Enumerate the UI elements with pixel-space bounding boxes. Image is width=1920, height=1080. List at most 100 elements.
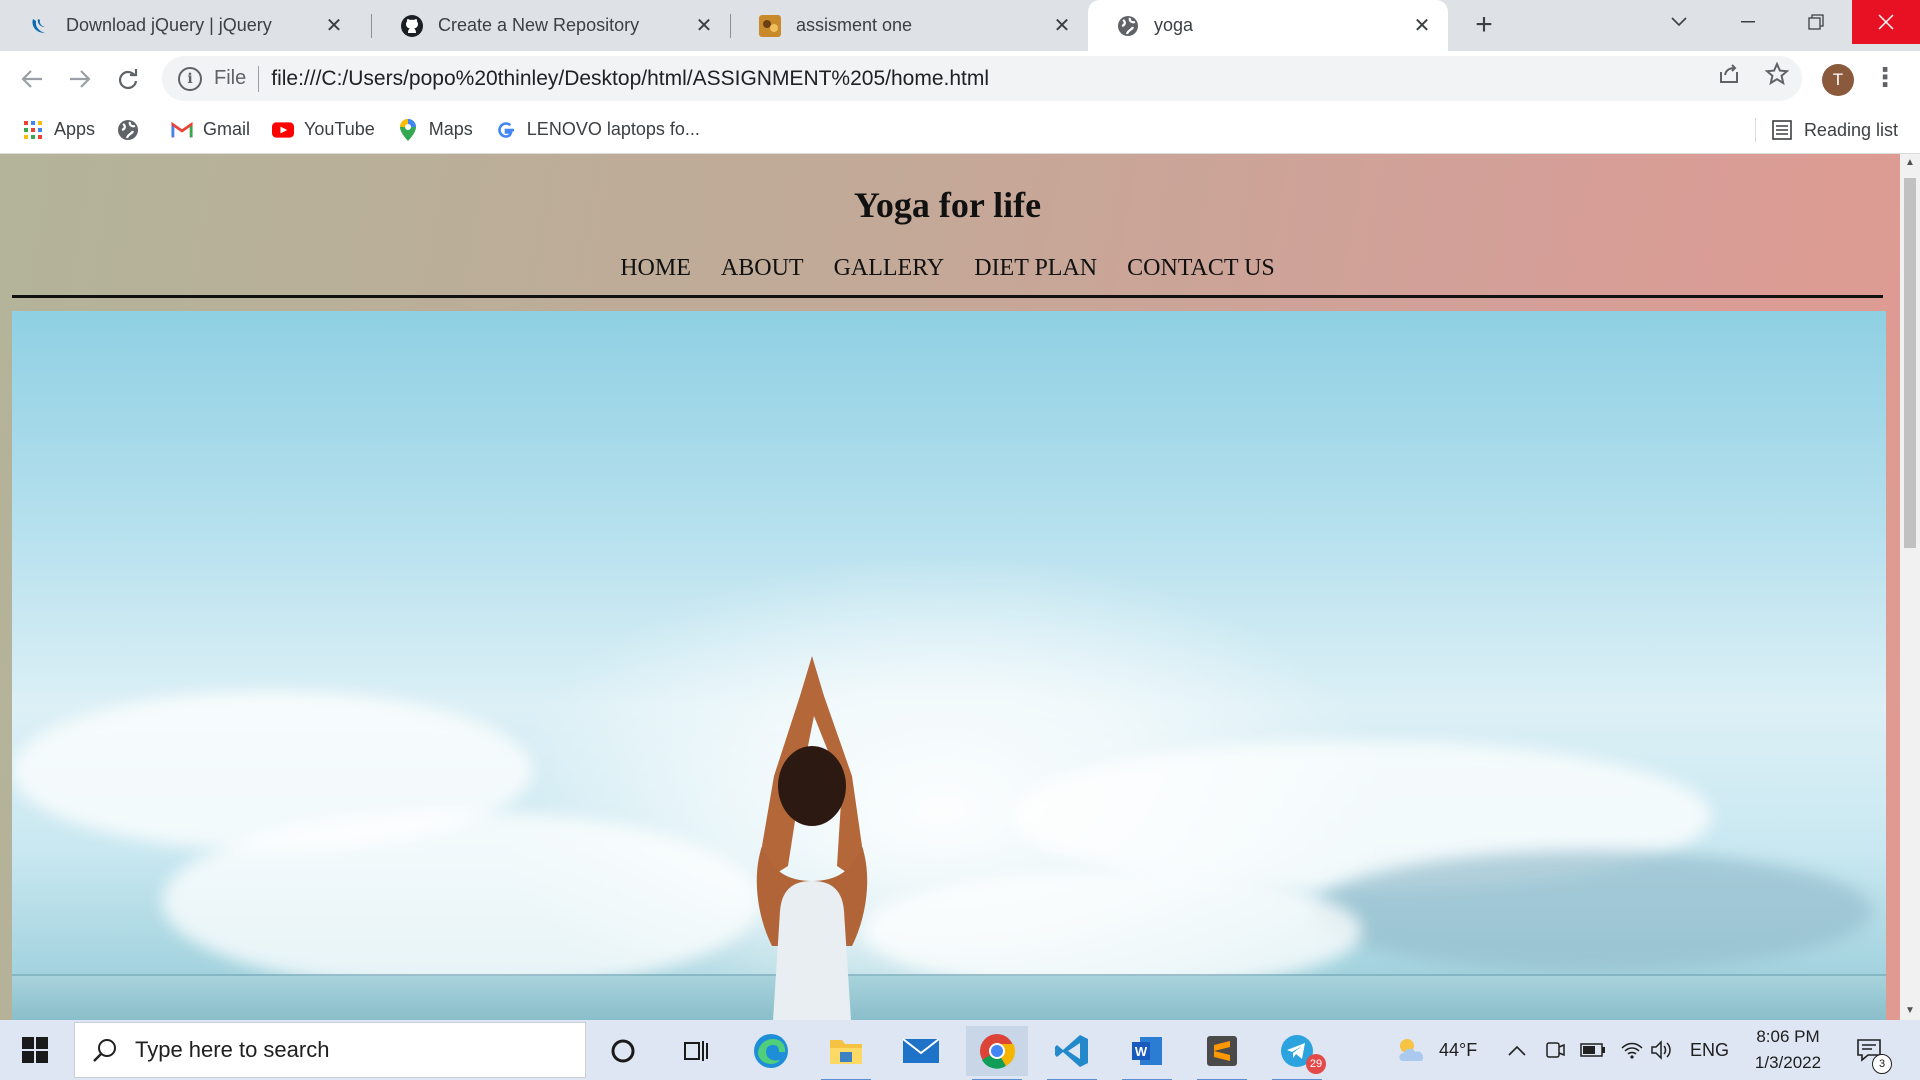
- close-window-icon[interactable]: [1852, 0, 1920, 44]
- windows-start-icon[interactable]: [12, 1032, 58, 1068]
- tab-title: Download jQuery | jQuery: [66, 15, 272, 35]
- kebab-menu-icon[interactable]: ⋮: [1872, 61, 1898, 97]
- search-placeholder: Type here to search: [135, 1037, 330, 1062]
- reading-list-label: Reading list: [1803, 119, 1898, 140]
- bookmarks-bar: Apps Gmail YouTube Maps LENOVO laptops f…: [0, 106, 1920, 154]
- restore-icon[interactable]: [1782, 0, 1850, 44]
- nav-home-link[interactable]: HOME: [620, 255, 691, 282]
- bookmark-label: Gmail: [203, 119, 251, 139]
- hero-cloud: [162, 811, 762, 991]
- notifications-badge: 3: [1872, 1054, 1892, 1074]
- tab-assisment-one[interactable]: assisment one ✕: [730, 0, 1088, 51]
- yoga-figure: [756, 656, 868, 1020]
- page-viewport: Yoga for life HOME ABOUT GALLERY DIET PL…: [0, 154, 1900, 1020]
- chrome-icon[interactable]: [966, 1026, 1028, 1080]
- weather-cloud-icon: [1395, 1037, 1429, 1063]
- share-icon[interactable]: [1714, 59, 1744, 89]
- browser-toolbar: i File file:///C:/Users/popo%20thinley/D…: [0, 51, 1920, 106]
- edge-browser-icon[interactable]: [740, 1026, 802, 1076]
- task-view-icon[interactable]: [664, 1026, 726, 1076]
- weather-widget[interactable]: 44°F: [1395, 1020, 1477, 1080]
- globe-icon: [117, 119, 139, 141]
- tab-jquery[interactable]: Download jQuery | jQuery ✕: [0, 0, 360, 51]
- new-tab-button[interactable]: +: [1466, 8, 1502, 44]
- meet-now-icon[interactable]: [1545, 1020, 1565, 1080]
- reading-list-icon: [1772, 120, 1792, 140]
- globe-icon: [1116, 14, 1140, 38]
- apps-grid-icon: [22, 119, 44, 141]
- nav-about-link[interactable]: ABOUT: [721, 255, 804, 282]
- tab-search-chevron-icon[interactable]: [1645, 0, 1713, 44]
- tab-title: Create a New Repository: [438, 15, 640, 35]
- telegram-badge: 29: [1306, 1054, 1326, 1074]
- close-icon[interactable]: ✕: [1410, 13, 1434, 38]
- scroll-up-arrow-icon[interactable]: ▲: [1900, 154, 1920, 172]
- clock-time: 8:06 PM: [1756, 1027, 1820, 1046]
- battery-icon[interactable]: [1580, 1020, 1606, 1080]
- bookmarks-divider: [1755, 118, 1756, 142]
- tab-title: yoga: [1154, 15, 1194, 35]
- scrollbar-thumb[interactable]: [1904, 178, 1916, 548]
- site-nav: HOME ABOUT GALLERY DIET PLAN CONTACT US: [0, 255, 1895, 282]
- gmail-icon: [171, 119, 193, 141]
- address-bar[interactable]: i File file:///C:/Users/popo%20thinley/D…: [162, 56, 1802, 101]
- tab-yoga[interactable]: yoga ✕: [1088, 0, 1448, 51]
- wifi-icon[interactable]: [1620, 1020, 1644, 1080]
- youtube-icon: [272, 119, 295, 141]
- telegram-icon[interactable]: 29: [1266, 1026, 1328, 1080]
- vscode-icon[interactable]: [1041, 1026, 1103, 1080]
- word-icon[interactable]: W: [1116, 1026, 1178, 1080]
- bookmark-apps[interactable]: Apps: [22, 119, 95, 141]
- weather-temp: 44°F: [1439, 1039, 1478, 1060]
- reading-list-button[interactable]: Reading list: [1772, 106, 1898, 154]
- tab-strip: Download jQuery | jQuery ✕ Create a New …: [0, 0, 1920, 51]
- minimize-icon[interactable]: [1714, 0, 1782, 44]
- nav-gallery-link[interactable]: GALLERY: [834, 255, 945, 282]
- profile-avatar[interactable]: T: [1822, 64, 1854, 96]
- address-divider: [258, 65, 260, 92]
- forward-arrow-icon[interactable]: [60, 59, 100, 99]
- cortana-icon[interactable]: [592, 1026, 654, 1076]
- show-hidden-icons-chevron-icon[interactable]: [1508, 1020, 1526, 1080]
- bookmark-label: Apps: [54, 119, 96, 139]
- volume-icon[interactable]: [1650, 1020, 1674, 1080]
- close-icon[interactable]: ✕: [1050, 13, 1074, 38]
- bookmark-gmail[interactable]: Gmail: [171, 119, 250, 141]
- nav-contact-us-link[interactable]: CONTACT US: [1127, 255, 1275, 282]
- bookmark-globe[interactable]: [117, 119, 149, 141]
- mail-icon[interactable]: [890, 1026, 952, 1076]
- clock-date: 1/3/2022: [1754, 1053, 1822, 1072]
- taskbar-search-box[interactable]: Type here to search: [74, 1022, 586, 1078]
- file-explorer-icon[interactable]: [815, 1026, 877, 1080]
- back-arrow-icon[interactable]: [12, 59, 52, 99]
- search-icon: [91, 1036, 119, 1064]
- nav-diet-plan-link[interactable]: DIET PLAN: [974, 255, 1097, 282]
- sublime-text-icon[interactable]: [1191, 1026, 1253, 1080]
- scroll-down-arrow-icon[interactable]: ▼: [1900, 1002, 1920, 1020]
- site-title: Yoga for life: [853, 185, 1042, 225]
- bookmark-maps[interactable]: Maps: [397, 118, 473, 141]
- bookmark-star-icon[interactable]: [1762, 59, 1792, 89]
- close-icon[interactable]: ✕: [322, 13, 346, 38]
- reload-icon[interactable]: [108, 59, 148, 99]
- info-icon[interactable]: i: [178, 66, 202, 91]
- close-icon[interactable]: ✕: [692, 13, 716, 38]
- github-icon: [400, 14, 424, 38]
- page-scrollbar[interactable]: ▲ ▼: [1900, 154, 1920, 1020]
- tab-github[interactable]: Create a New Repository ✕: [372, 0, 730, 51]
- address-url[interactable]: file:///C:/Users/popo%20thinley/Desktop/…: [271, 67, 989, 91]
- google-icon: [495, 119, 517, 141]
- notifications-icon[interactable]: 3: [1856, 1020, 1892, 1080]
- bookmark-youtube[interactable]: YouTube: [272, 119, 375, 141]
- taskbar-clock[interactable]: 8:06 PM 1/3/2022: [1738, 1024, 1838, 1076]
- bookmark-label: Maps: [428, 119, 473, 139]
- bookmark-lenovo[interactable]: LENOVO laptops fo...: [495, 119, 700, 141]
- address-scheme: File: [214, 67, 247, 89]
- svg-text:W: W: [1135, 1044, 1148, 1059]
- language-indicator[interactable]: ENG: [1690, 1020, 1729, 1080]
- tab-title: assisment one: [796, 15, 913, 35]
- maps-pin-icon: [397, 118, 419, 141]
- bookmark-label: LENOVO laptops fo...: [526, 119, 700, 139]
- jquery-icon: [28, 14, 52, 38]
- hero-cloud: [1312, 851, 1872, 971]
